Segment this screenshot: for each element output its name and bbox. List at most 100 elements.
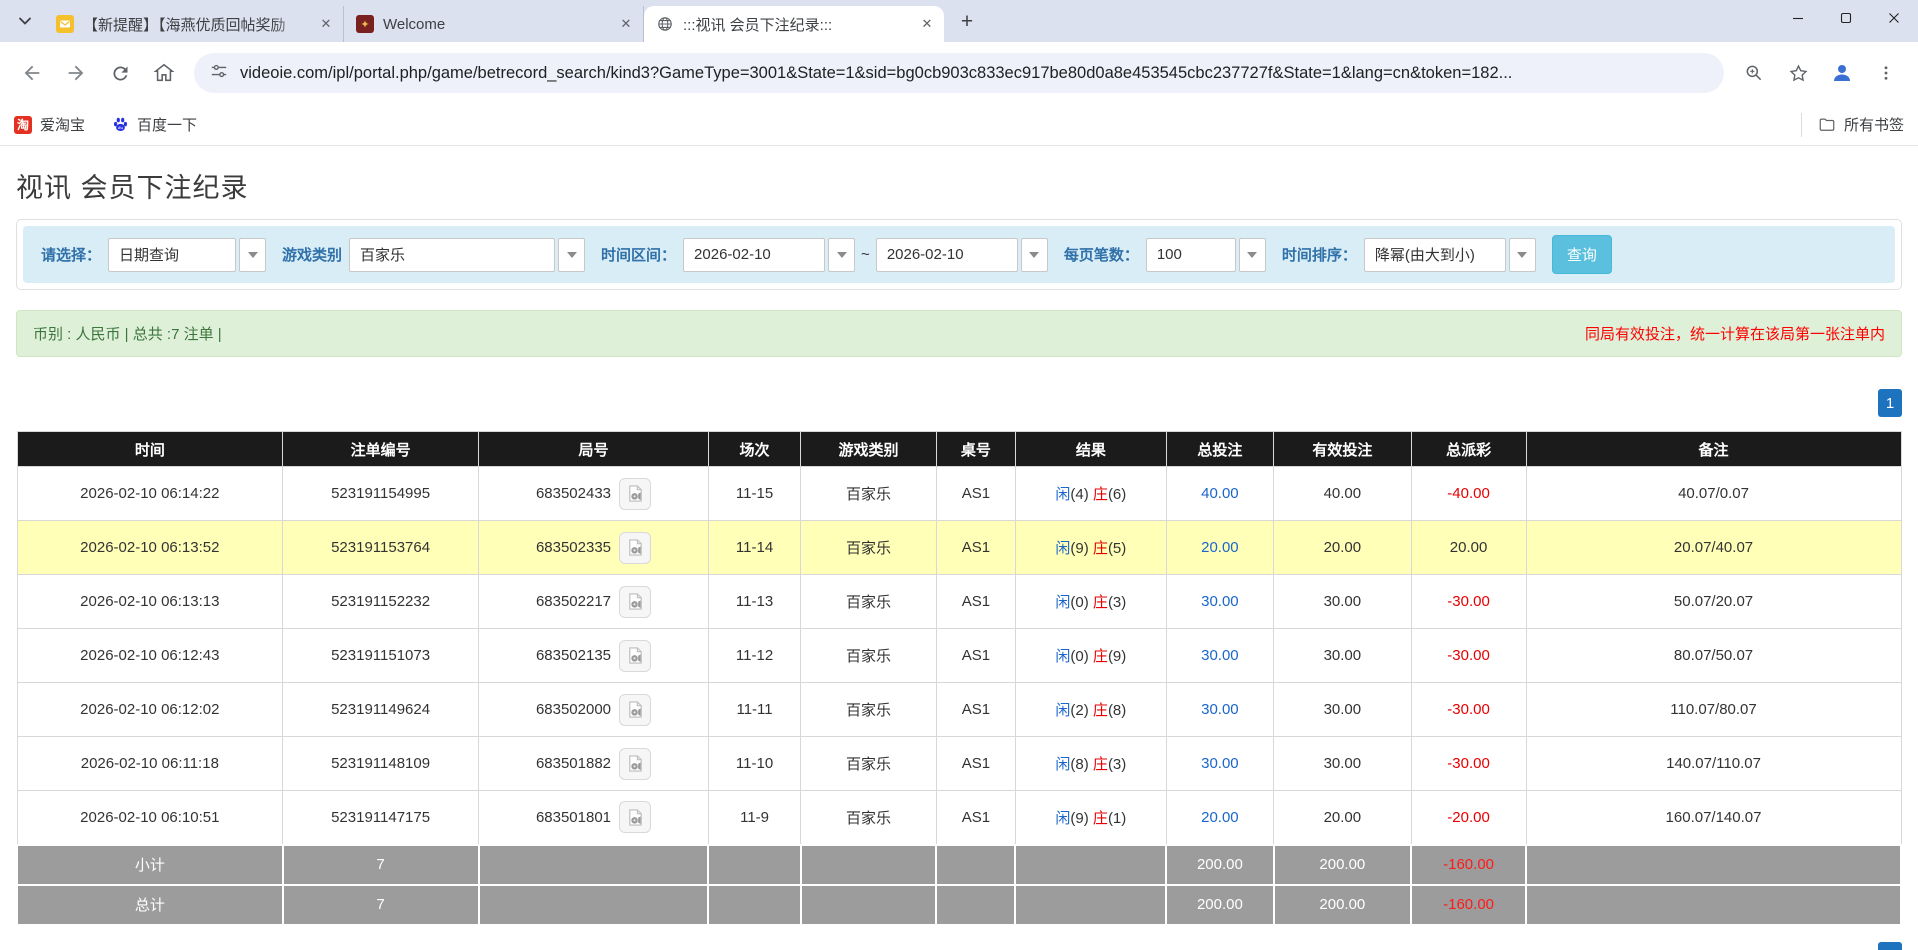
chevron-down-icon[interactable]: [558, 238, 585, 272]
forward-icon[interactable]: [57, 54, 95, 92]
page-size-value[interactable]: 100: [1146, 238, 1236, 272]
bet-id-cell: 523191149624: [283, 683, 479, 737]
summary-count-cell: 7: [283, 885, 479, 925]
result-cell: 闲(4) 庄(6): [1015, 467, 1166, 521]
page-1-button[interactable]: 1: [1878, 389, 1902, 417]
time-cell: 2026-02-10 06:12:43: [17, 629, 283, 683]
result-cell: 闲(9) 庄(5): [1015, 521, 1166, 575]
menu-dots-icon[interactable]: [1867, 54, 1905, 92]
game-type-dropdown[interactable]: 百家乐: [349, 238, 585, 272]
video-replay-icon[interactable]: [619, 748, 651, 780]
time-cell: 2026-02-10 06:14:22: [17, 467, 283, 521]
bookmark-baidu[interactable]: du 百度一下: [111, 114, 197, 135]
address-bar[interactable]: videoie.com/ipl/portal.php/game/betrecor…: [194, 53, 1724, 93]
window-close-button[interactable]: [1870, 0, 1918, 36]
tab-close-icon[interactable]: ✕: [918, 15, 936, 33]
empty-cell: [936, 845, 1015, 885]
valid-bet-notice-text: 同局有效投注，统一计算在该局第一张注单内: [1585, 323, 1885, 344]
bet-row: 2026-02-10 06:12:02523191149624683502000…: [17, 683, 1901, 737]
table-no-cell: AS1: [936, 791, 1015, 845]
game-type-cell: 百家乐: [801, 737, 937, 791]
page-content: 视讯 会员下注纪录 请选择： 日期查询 游戏类别 百家乐 时间区间： 2026-…: [0, 166, 1918, 950]
query-button[interactable]: 查询: [1552, 235, 1612, 274]
video-replay-icon[interactable]: [619, 801, 651, 833]
bookmark-taobao[interactable]: 淘 爱淘宝: [14, 114, 85, 135]
column-header: 局号: [479, 432, 709, 467]
valid-bet-cell: 40.00: [1274, 467, 1412, 521]
game-type-value[interactable]: 百家乐: [349, 238, 555, 272]
tab-close-icon[interactable]: ✕: [317, 15, 335, 33]
table-no-cell: AS1: [936, 467, 1015, 521]
video-replay-icon[interactable]: [619, 640, 651, 672]
time-sort-value[interactable]: 降幂(由大到小): [1364, 238, 1506, 272]
video-replay-icon[interactable]: [619, 694, 651, 726]
window-maximize-button[interactable]: [1822, 0, 1870, 36]
select-mode-dropdown[interactable]: 日期查询: [108, 238, 266, 272]
chevron-down-icon[interactable]: [828, 238, 855, 272]
remark-cell: 160.07/140.07: [1526, 791, 1901, 845]
valid-bet-cell: 30.00: [1274, 737, 1412, 791]
bet-id-cell: 523191154995: [283, 467, 479, 521]
currency-total-text: 币别 : 人民币 | 总共 :7 注单 |: [33, 323, 222, 344]
date-to-dropdown[interactable]: 2026-02-10: [876, 238, 1048, 272]
all-bookmarks-button[interactable]: 所有书签: [1801, 113, 1904, 137]
total-bet-cell: 20.00: [1166, 521, 1273, 575]
video-replay-icon[interactable]: [619, 586, 651, 618]
site-settings-icon[interactable]: [210, 62, 228, 85]
chevron-down-icon[interactable]: [1239, 238, 1266, 272]
browser-tab-active[interactable]: :::视讯 会员下注纪录::: ✕: [644, 6, 944, 42]
session-cell: 11-10: [708, 737, 800, 791]
round-id: 683501882: [536, 755, 611, 772]
refresh-icon[interactable]: [101, 54, 139, 92]
select-mode-value[interactable]: 日期查询: [108, 238, 236, 272]
home-icon[interactable]: [145, 54, 183, 92]
window-minimize-button[interactable]: [1774, 0, 1822, 36]
chevron-down-icon[interactable]: [1509, 238, 1536, 272]
bet-row: 2026-02-10 06:14:22523191154995 683502433…: [17, 467, 1901, 521]
browser-nav-bar: videoie.com/ipl/portal.php/game/betrecor…: [0, 42, 1918, 104]
date-to-value[interactable]: 2026-02-10: [876, 238, 1018, 272]
back-icon[interactable]: [13, 54, 51, 92]
column-header: 时间: [17, 432, 283, 467]
browser-tab-2[interactable]: ✦ Welcome ✕: [344, 6, 644, 42]
page-size-dropdown[interactable]: 100: [1146, 238, 1266, 272]
date-from-value[interactable]: 2026-02-10: [683, 238, 825, 272]
zoom-icon[interactable]: [1735, 54, 1773, 92]
round-id: 683502335: [536, 539, 611, 556]
tab-close-icon[interactable]: ✕: [617, 15, 635, 33]
session-cell: 11-13: [708, 575, 800, 629]
session-cell: 11-15: [708, 467, 800, 521]
round-cell-wrap: 683502000: [479, 683, 709, 737]
date-from-dropdown[interactable]: 2026-02-10: [683, 238, 855, 272]
payout-cell: -30.00: [1411, 629, 1526, 683]
bet-id-cell: 523191151073: [283, 629, 479, 683]
table-no-cell: AS1: [936, 683, 1015, 737]
time-sort-dropdown[interactable]: 降幂(由大到小): [1364, 238, 1536, 272]
bookmark-star-icon[interactable]: [1779, 54, 1817, 92]
column-header: 备注: [1526, 432, 1901, 467]
round-cell-wrap: 683502335: [479, 521, 709, 575]
chevron-down-icon[interactable]: [1021, 238, 1048, 272]
round-id: 683502433: [536, 485, 611, 502]
new-tab-button[interactable]: +: [952, 7, 982, 37]
total-bet-cell: 30.00: [1166, 629, 1273, 683]
summary-valid-bet-cell: 200.00: [1274, 845, 1412, 885]
filter-bar: 请选择： 日期查询 游戏类别 百家乐 时间区间： 2026-02-10 ~ 20…: [23, 226, 1895, 283]
bookmark-label: 百度一下: [137, 114, 197, 135]
chevron-down-icon[interactable]: [239, 238, 266, 272]
session-cell: 11-14: [708, 521, 800, 575]
time-range-label: 时间区间：: [601, 244, 676, 265]
empty-cell: [1015, 885, 1166, 925]
tab-search-chevron-icon[interactable]: [8, 4, 42, 38]
empty-cell: [708, 885, 800, 925]
page-size-label: 每页笔数：: [1064, 244, 1139, 265]
valid-bet-cell: 20.00: [1274, 521, 1412, 575]
round-id: 683502217: [536, 593, 611, 610]
video-replay-icon[interactable]: [619, 532, 651, 564]
mail-favicon-icon: [56, 15, 74, 33]
time-cell: 2026-02-10 06:12:02: [17, 683, 283, 737]
profile-avatar-icon[interactable]: [1823, 54, 1861, 92]
page-1-button[interactable]: 1: [1878, 942, 1902, 950]
video-replay-icon[interactable]: [619, 478, 651, 510]
browser-tab-1[interactable]: 【新提醒】【海燕优质回帖奖励 ✕: [44, 6, 344, 42]
